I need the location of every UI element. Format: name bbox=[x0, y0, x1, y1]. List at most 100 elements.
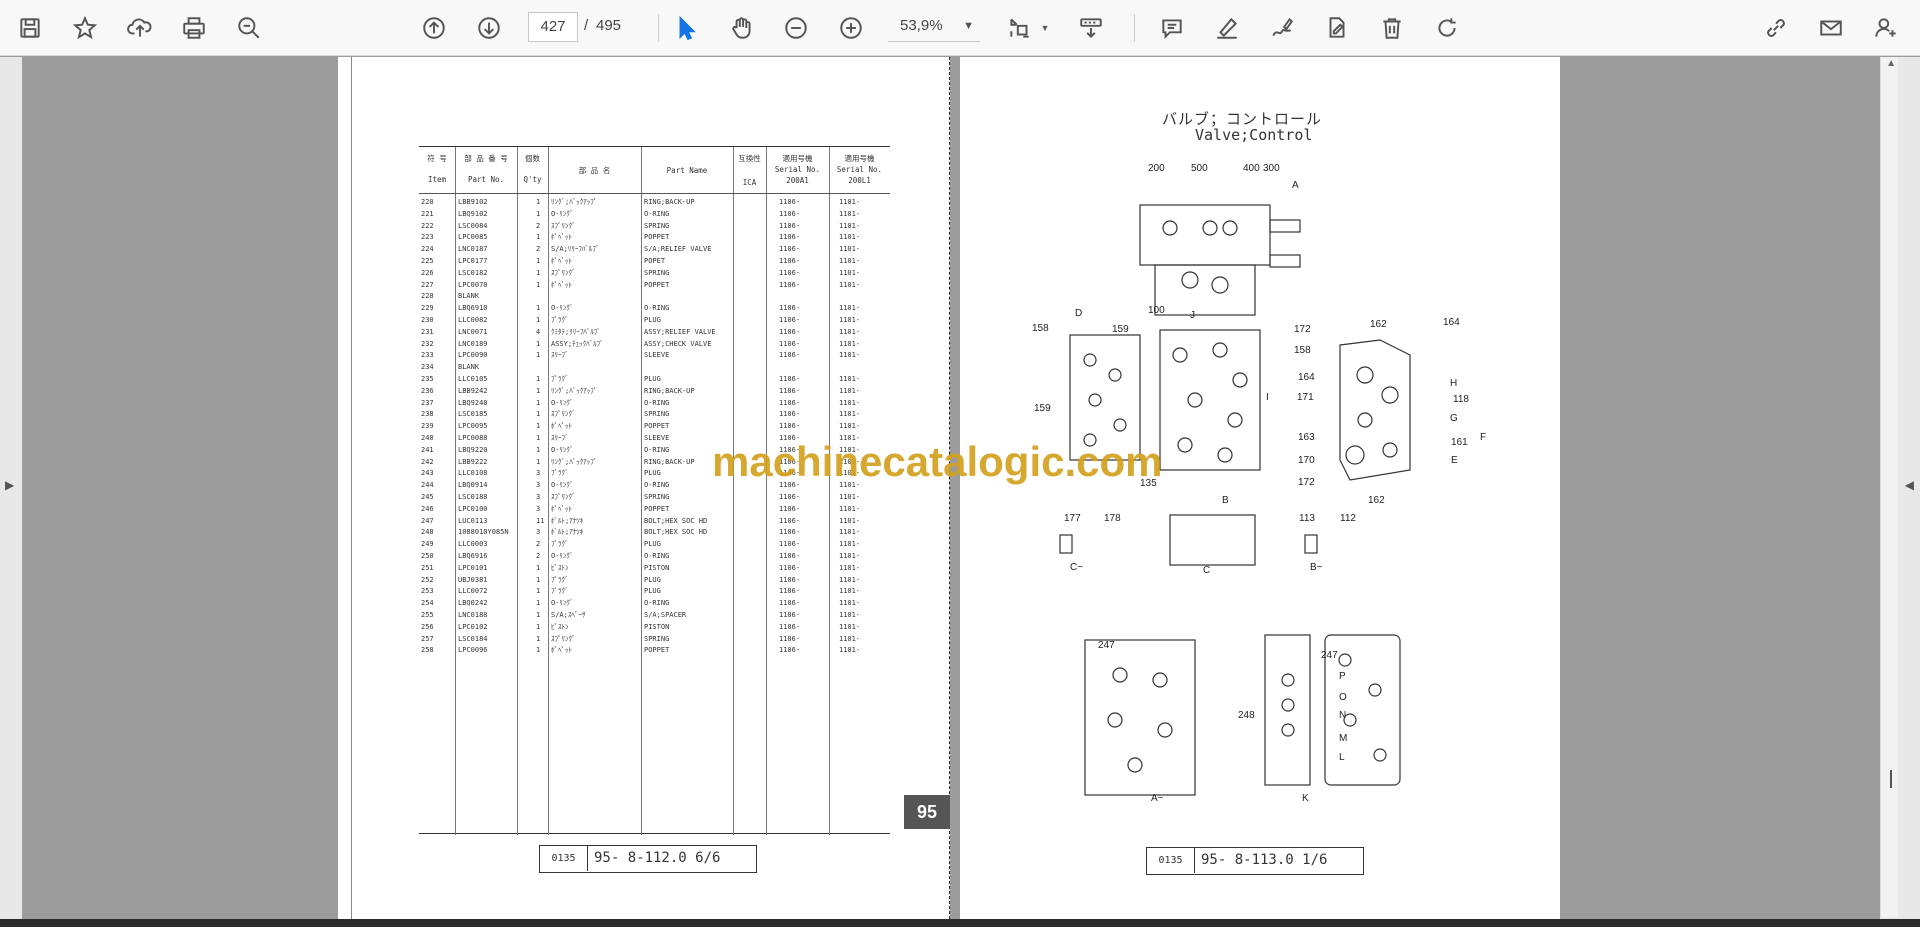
table-cell: 1106- bbox=[779, 351, 801, 360]
diagram-callout: 172 bbox=[1298, 477, 1315, 488]
table-cell: 3 bbox=[536, 528, 541, 537]
table-cell: 1106- bbox=[779, 563, 801, 572]
header-item: Item bbox=[427, 175, 447, 184]
page-down-icon[interactable] bbox=[471, 10, 507, 46]
add-user-icon[interactable] bbox=[1868, 10, 1904, 46]
table-cell: ﾘﾝｸﾞ;ﾊﾞｯｸｱｯﾌﾟ bbox=[551, 386, 598, 395]
email-icon[interactable] bbox=[1813, 10, 1849, 46]
table-cell: 1106- bbox=[779, 422, 801, 431]
diagram-callout: A bbox=[1292, 180, 1299, 191]
table-cell: O-ﾘﾝｸﾞ bbox=[551, 209, 574, 218]
table-cell: 237 bbox=[421, 398, 434, 407]
upload-icon[interactable] bbox=[122, 10, 158, 46]
expand-right-panel-icon[interactable]: ◀ bbox=[1905, 478, 1914, 492]
save-icon[interactable] bbox=[12, 10, 48, 46]
table-cell: 1106- bbox=[779, 634, 801, 643]
table-row: 253 LLC0072 1 ﾌﾟﾗｸﾞ PLUG 1106- 1101- bbox=[419, 586, 890, 598]
scroll-up-icon[interactable]: ▲ bbox=[1886, 58, 1896, 69]
diagram-callout: 164 bbox=[1298, 372, 1315, 383]
table-cell: LPC0090 bbox=[458, 351, 488, 360]
diagram-callout: J bbox=[1190, 310, 1195, 321]
table-cell: POPPET bbox=[644, 646, 670, 655]
header-item-jp: 符 号 bbox=[427, 154, 447, 163]
table-cell: O-RING bbox=[644, 552, 670, 560]
table-row: 236 LBB9242 1 ﾘﾝｸﾞ;ﾊﾞｯｸｱｯﾌﾟ RING;BACK-UP 1106… bbox=[419, 386, 890, 398]
table-cell: O-RING bbox=[644, 304, 670, 313]
page-separator: / bbox=[584, 17, 589, 34]
header-qty: Q'ty bbox=[523, 175, 542, 184]
table-cell: 1101- bbox=[839, 611, 861, 619]
table-cell: SPRING bbox=[644, 221, 670, 230]
rotate-icon[interactable] bbox=[1429, 10, 1465, 46]
zoom-select[interactable]: 53,9% ▼ bbox=[888, 12, 980, 42]
table-cell: LSC0185 bbox=[458, 410, 488, 419]
delete-icon[interactable] bbox=[1374, 10, 1410, 46]
header-serial2-jp: 適用号機 bbox=[844, 154, 875, 163]
table-row: 238 LSC0185 1 ｽﾌﾟﾘﾝｸﾞ SPRING 1106- 1101- bbox=[419, 409, 890, 421]
table-cell: PLUG bbox=[644, 375, 661, 383]
highlight-icon[interactable] bbox=[1209, 10, 1245, 46]
print-icon[interactable] bbox=[176, 10, 212, 46]
table-row: 234 BLANK bbox=[419, 362, 890, 374]
table-cell: 1106- bbox=[779, 316, 801, 324]
table-cell: LBQ9240 bbox=[458, 398, 488, 407]
zoom-search-icon[interactable] bbox=[231, 10, 267, 46]
table-cell: 1106- bbox=[779, 375, 801, 383]
expand-left-panel-icon[interactable]: ▶ bbox=[5, 478, 14, 492]
sign-icon[interactable] bbox=[1264, 10, 1300, 46]
table-cell: 3 bbox=[536, 481, 541, 490]
select-cursor-icon[interactable] bbox=[669, 10, 705, 46]
control-valve-diagram bbox=[1059, 204, 1411, 796]
table-row: 229 LBQ6910 1 O-ﾘﾝｸﾞ O-RING 1106- 1101- bbox=[419, 303, 890, 315]
table-row: 232 LNC0189 1 ASSY;ﾁｪｯｸﾊﾞﾙﾌﾞ ASSY;CHECK VALV… bbox=[419, 339, 890, 351]
vertical-scrollbar[interactable] bbox=[1880, 57, 1898, 917]
table-cell: PLUG bbox=[644, 587, 661, 596]
table-cell: 1 bbox=[536, 386, 541, 395]
fill-sign-icon[interactable] bbox=[1319, 10, 1355, 46]
table-cell: BLANK bbox=[458, 292, 480, 301]
table-cell: ﾎﾟﾍﾟｯﾄ bbox=[551, 257, 572, 265]
table-cell: 1 bbox=[536, 316, 541, 324]
table-cell: 1 bbox=[536, 410, 541, 419]
table-cell: 1101- bbox=[839, 528, 861, 537]
comment-icon[interactable] bbox=[1154, 10, 1190, 46]
table-cell: 232 bbox=[421, 339, 434, 348]
table-cell: 1106- bbox=[779, 398, 801, 407]
table-cell: LPC0102 bbox=[458, 622, 488, 631]
fit-dropdown-icon[interactable]: ▼ bbox=[1038, 10, 1052, 46]
table-cell: 1 bbox=[536, 351, 541, 360]
status-bar bbox=[0, 919, 1920, 927]
table-cell: 242 bbox=[421, 457, 434, 466]
diagram-callout: O bbox=[1339, 692, 1347, 703]
table-cell: O-ﾘﾝｸﾞ bbox=[551, 599, 574, 608]
zoom-out-icon[interactable] bbox=[778, 10, 814, 46]
toolbar: 427 / 495 53,9% ▼ ▼ bbox=[0, 0, 1920, 56]
diagram-callout: F bbox=[1480, 432, 1487, 443]
table-cell: 1106- bbox=[779, 233, 801, 242]
table-cell: S/A;SPACER bbox=[644, 611, 687, 619]
diagram-callout: K bbox=[1302, 793, 1309, 804]
diagram-callout: 164 bbox=[1443, 317, 1460, 328]
table-cell: LBQ0242 bbox=[458, 599, 488, 608]
table-cell: LNC0188 bbox=[458, 611, 488, 619]
table-cell: 1106- bbox=[779, 552, 801, 560]
table-cell: 1106- bbox=[779, 622, 801, 631]
hand-icon[interactable] bbox=[724, 10, 760, 46]
diagram-callout: 100 bbox=[1148, 305, 1165, 316]
table-cell: ﾌﾟﾗｸﾞ bbox=[551, 575, 569, 584]
page-number-input[interactable]: 427 bbox=[528, 12, 578, 42]
page-up-icon[interactable] bbox=[416, 10, 452, 46]
table-cell: ｸﾐﾀﾃ;ﾘﾘｰﾌﾊﾞﾙﾌﾞ bbox=[551, 327, 601, 336]
header-serial1-jp: 適用号機 bbox=[782, 154, 813, 163]
scroll-mode-icon[interactable] bbox=[1073, 10, 1109, 46]
table-cell: 221 bbox=[421, 209, 434, 218]
diagram-callout: 171 bbox=[1297, 392, 1314, 403]
table-cell: O-RING bbox=[644, 445, 670, 454]
star-icon[interactable] bbox=[67, 10, 103, 46]
fit-page-icon[interactable] bbox=[1002, 10, 1038, 46]
table-cell: LPC0085 bbox=[458, 233, 488, 242]
zoom-in-icon[interactable] bbox=[833, 10, 869, 46]
scrollbar-thumb[interactable] bbox=[1890, 770, 1892, 788]
table-cell: O-RING bbox=[644, 209, 670, 218]
share-link-icon[interactable] bbox=[1758, 10, 1794, 46]
